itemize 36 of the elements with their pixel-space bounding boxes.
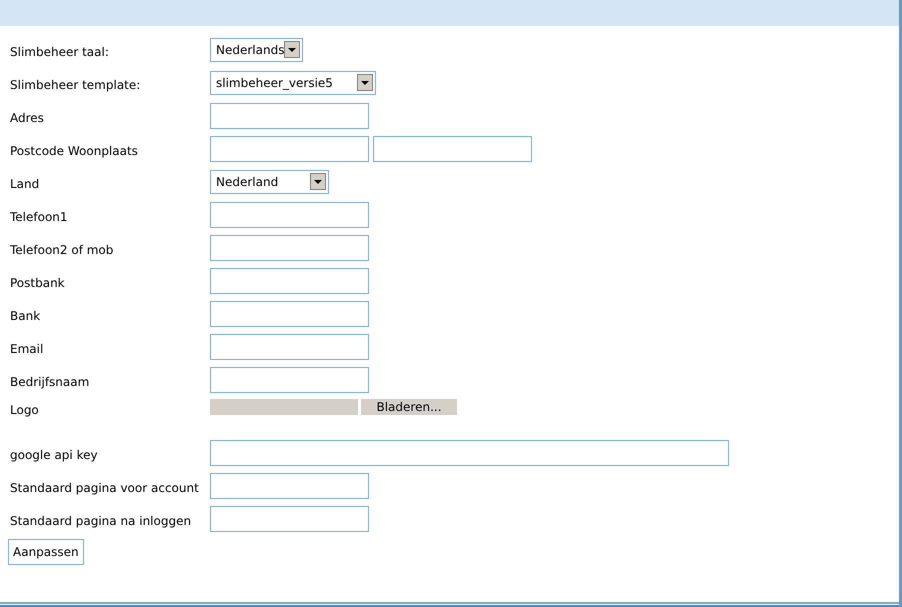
dropdown[interactable]: slimbeheer_versie5	[210, 70, 376, 94]
text-field[interactable]	[373, 136, 532, 162]
field-label: google api key	[10, 447, 99, 462]
browse-button[interactable]: Bladeren...	[361, 399, 457, 415]
field-label: Slimbeheer taal:	[10, 44, 110, 59]
field-label: Logo	[10, 402, 40, 416]
text-field[interactable]	[210, 202, 369, 228]
dropdown[interactable]: Nederland	[210, 170, 329, 194]
text-field[interactable]	[210, 440, 729, 466]
caret-icon	[284, 41, 300, 58]
text-field[interactable]	[210, 136, 369, 162]
caret-icon	[357, 74, 373, 91]
file-path-field[interactable]	[210, 399, 358, 415]
field-label: Email	[10, 341, 44, 356]
field-label: Telefoon2 of mob	[10, 242, 114, 257]
field-label: Postcode Woonplaats	[10, 143, 139, 158]
field-label: Bank	[10, 308, 42, 323]
field-label: Postbank	[10, 275, 66, 290]
text-field[interactable]	[210, 102, 369, 128]
caret-icon	[310, 173, 326, 190]
field-label: Standaard pagina voor account	[10, 480, 200, 495]
field-label: Land	[10, 176, 40, 191]
field-label: Adres	[10, 110, 45, 125]
field-label: Standaard pagina na inloggen	[10, 513, 192, 528]
text-field[interactable]	[210, 366, 369, 392]
text-field[interactable]	[210, 472, 369, 498]
field-label: Bedrijfsnaam	[10, 374, 90, 389]
text-field[interactable]	[210, 300, 369, 326]
text-field[interactable]	[210, 234, 369, 260]
dropdown[interactable]: Nederlands	[210, 38, 303, 62]
text-field[interactable]	[210, 268, 369, 294]
field-label: Slimbeheer template:	[10, 77, 142, 92]
field-label: Telefoon1	[10, 209, 69, 224]
submit-button[interactable]: Aanpassen	[8, 539, 84, 565]
text-field[interactable]	[210, 334, 369, 360]
text-field[interactable]	[210, 506, 369, 532]
